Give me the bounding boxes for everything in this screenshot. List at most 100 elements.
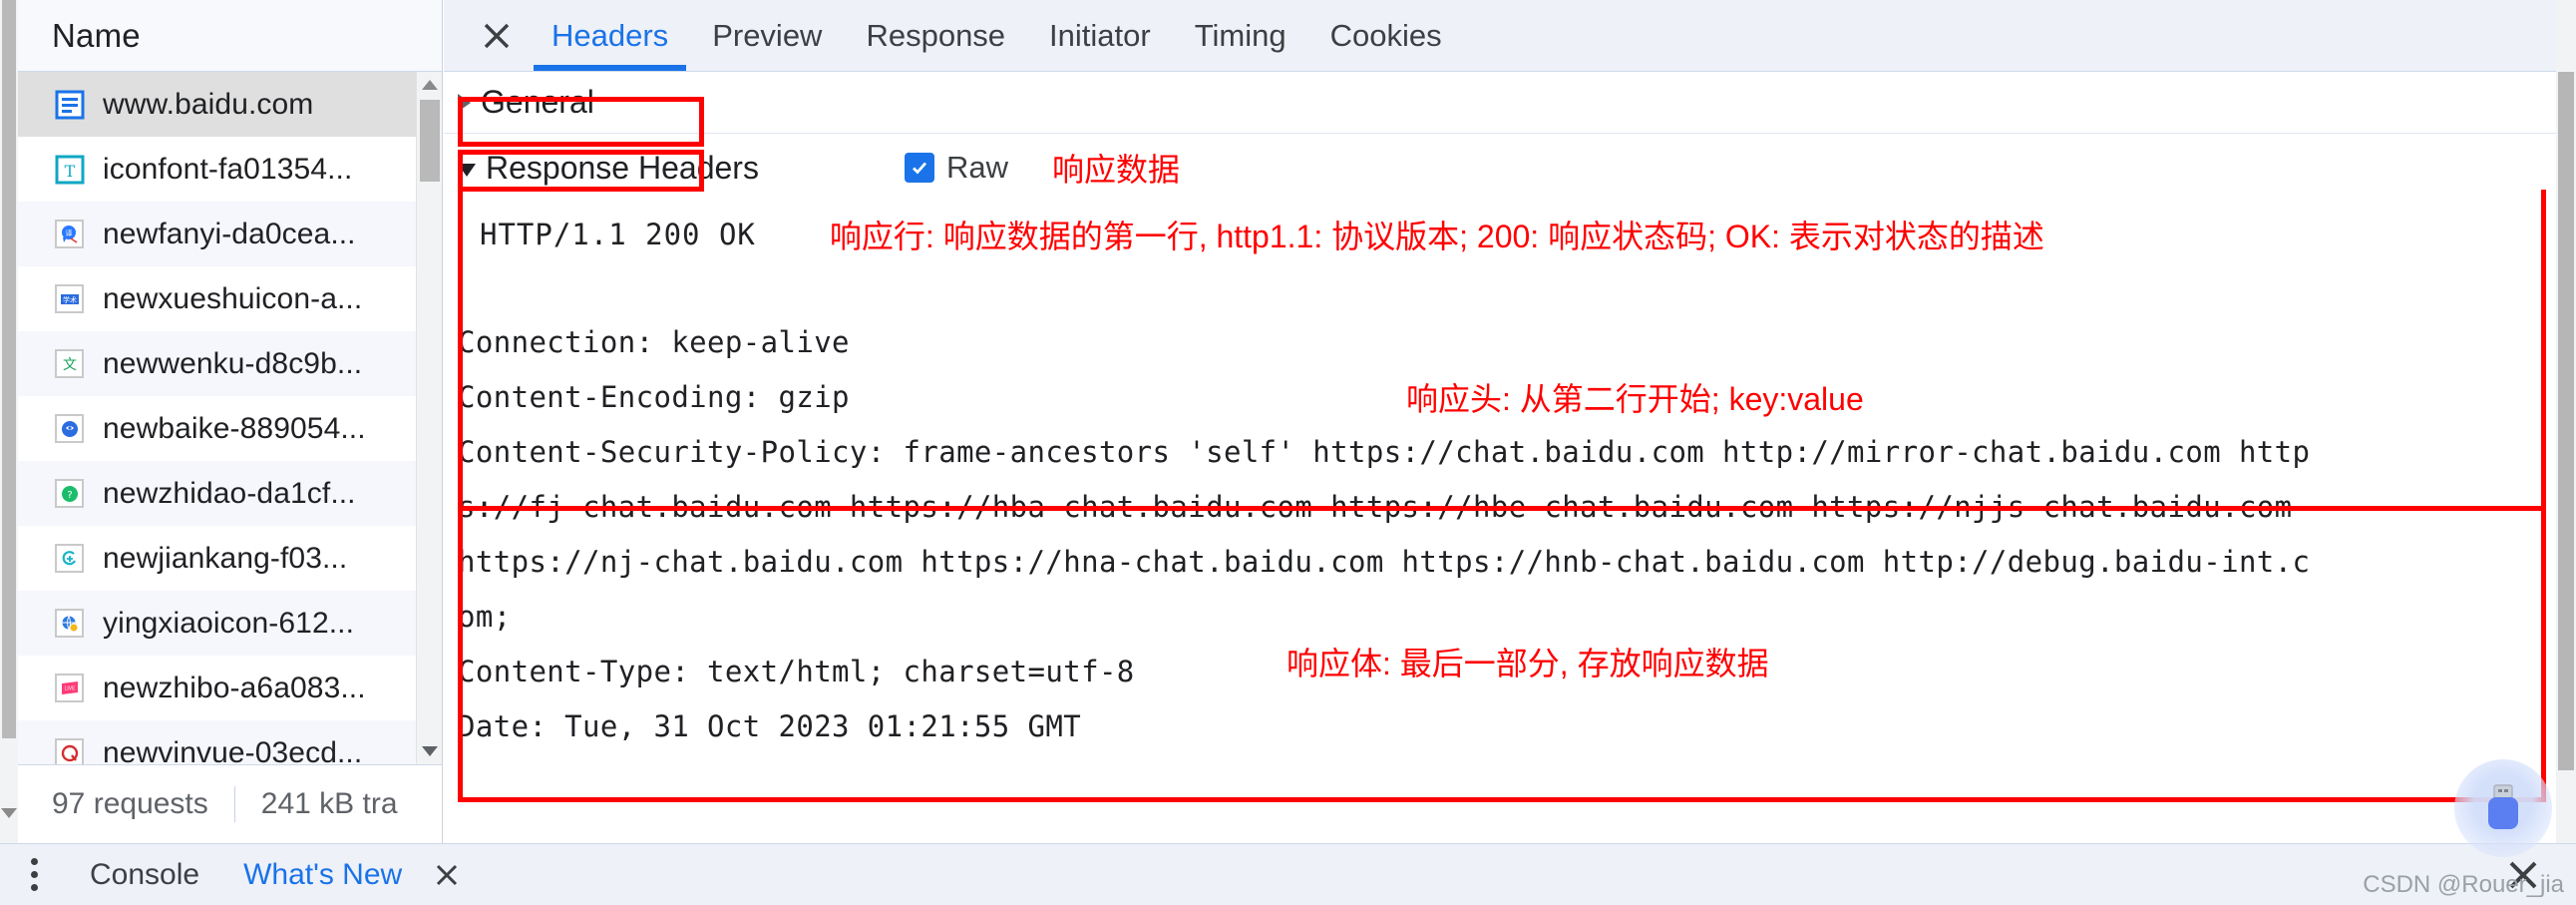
devtools-network-panel: Name www.baidu.com T iconfont-fa01354...… bbox=[0, 0, 2576, 905]
vinvue-favicon bbox=[54, 737, 85, 764]
request-list-scrollbar[interactable] bbox=[416, 72, 442, 764]
drawer-tab-label: Console bbox=[90, 857, 200, 891]
raw-checkbox[interactable] bbox=[904, 153, 934, 183]
svg-text:T: T bbox=[64, 162, 75, 181]
svg-text:学术: 学术 bbox=[63, 295, 77, 304]
list-item[interactable]: newbaike-889054... bbox=[18, 396, 442, 461]
outer-scrollbar-thumb[interactable] bbox=[2, 0, 16, 738]
annotation-response-data: 响应数据 bbox=[1051, 152, 1180, 188]
column-header-name[interactable]: Name bbox=[52, 17, 141, 55]
scroll-down-arrow-icon[interactable] bbox=[0, 803, 18, 823]
tab-initiator[interactable]: Initiator bbox=[1027, 0, 1173, 71]
detail-scrollbar[interactable] bbox=[2556, 0, 2576, 843]
request-count: 97 requests bbox=[52, 787, 208, 820]
list-item[interactable]: ? newzhidao-da1cf... bbox=[18, 461, 442, 526]
list-item-label: newbaike-889054... bbox=[103, 411, 366, 445]
list-item[interactable]: www.baidu.com bbox=[18, 72, 442, 137]
list-item-label: newzhidao-da1cf... bbox=[103, 476, 356, 510]
svg-text:译: 译 bbox=[65, 229, 72, 237]
list-item-label: newvinvue-03ecd... bbox=[103, 735, 363, 765]
list-item[interactable]: 文 newwenku-d8c9b... bbox=[18, 331, 442, 396]
wenku-favicon: 文 bbox=[54, 348, 85, 379]
tab-label: Timing bbox=[1194, 17, 1287, 53]
transferred-size: 241 kB tra bbox=[260, 787, 398, 820]
outer-scrollbar[interactable] bbox=[0, 0, 18, 843]
tab-label: Initiator bbox=[1049, 17, 1151, 53]
section-response-headers-label: Response Headers bbox=[486, 149, 759, 186]
tab-label: Headers bbox=[552, 17, 669, 53]
tab-label: Response bbox=[866, 17, 1006, 53]
close-drawer-tab-icon[interactable] bbox=[424, 862, 470, 888]
raw-label: Raw bbox=[945, 150, 1008, 185]
list-item[interactable]: T iconfont-fa01354... bbox=[18, 137, 442, 202]
tab-preview[interactable]: Preview bbox=[690, 0, 844, 71]
fanyi-favicon: 译 bbox=[54, 219, 85, 249]
tab-response[interactable]: Response bbox=[844, 0, 1027, 71]
request-list-panel: Name www.baidu.com T iconfont-fa01354...… bbox=[18, 0, 443, 843]
list-item[interactable]: newjiankang-f03... bbox=[18, 526, 442, 591]
drawer-tab-label: What's New bbox=[243, 857, 403, 891]
usb-drive-icon bbox=[2454, 759, 2552, 857]
chevron-right-icon[interactable] bbox=[458, 93, 471, 112]
list-item[interactable]: 学术 newxueshuicon-a... bbox=[18, 266, 442, 331]
section-general-label: General bbox=[481, 84, 594, 120]
kebab-menu-icon[interactable] bbox=[0, 855, 68, 894]
list-item[interactable]: 译 newfanyi-da0cea... bbox=[18, 202, 442, 266]
tab-timing[interactable]: Timing bbox=[1173, 0, 1308, 71]
header-line: Isprivate: 1 bbox=[458, 754, 2552, 762]
header-line: https://nj-chat.baidu.com https://hna-ch… bbox=[458, 545, 2311, 579]
header-line: om; bbox=[458, 600, 512, 634]
list-item[interactable]: LIVE newzhibo-a6a083... bbox=[18, 656, 442, 720]
header-line: Connection: keep-alive bbox=[458, 325, 850, 359]
section-general[interactable]: General bbox=[444, 72, 2576, 134]
detail-scrollbar-thumb[interactable] bbox=[2558, 72, 2574, 770]
tab-label: Cookies bbox=[1329, 17, 1442, 53]
svg-text:文: 文 bbox=[63, 356, 77, 372]
list-item[interactable]: yingxiaoicon-612... bbox=[18, 591, 442, 656]
detail-tabbar: Headers Preview Response Initiator Timin… bbox=[444, 0, 2576, 72]
tab-cookies[interactable]: Cookies bbox=[1308, 0, 1464, 71]
zhibo-favicon: LIVE bbox=[54, 673, 85, 703]
drawer-tabbar: Console What's New bbox=[0, 843, 2576, 905]
drawer-tab-whats-new[interactable]: What's New bbox=[221, 858, 424, 892]
list-item-label: iconfont-fa01354... bbox=[103, 152, 353, 186]
request-list-scrollbar-thumb[interactable] bbox=[420, 100, 440, 182]
section-response-headers[interactable]: Response Headers Raw 响应数据 bbox=[444, 134, 2576, 202]
request-list-header: Name bbox=[18, 0, 442, 72]
annotation-response-body: 响应体: 最后一部分, 存放响应数据 bbox=[1287, 646, 1769, 681]
close-detail-icon[interactable] bbox=[464, 0, 530, 71]
jiankang-favicon bbox=[54, 543, 85, 574]
request-list[interactable]: www.baidu.com T iconfont-fa01354... 译 ne… bbox=[18, 72, 442, 765]
tab-headers[interactable]: Headers bbox=[530, 0, 690, 71]
drawer-tab-console[interactable]: Console bbox=[68, 858, 221, 892]
list-item-label: newwenku-d8c9b... bbox=[103, 346, 363, 380]
list-item-label: newzhibo-a6a083... bbox=[103, 671, 366, 704]
zhidao-favicon: ? bbox=[54, 478, 85, 509]
raw-toggle[interactable]: Raw bbox=[904, 150, 1008, 186]
xueshu-favicon: 学术 bbox=[54, 283, 85, 314]
request-detail-panel: Headers Preview Response Initiator Timin… bbox=[444, 0, 2576, 843]
scroll-down-arrow-icon[interactable] bbox=[417, 738, 442, 764]
http-status-line: HTTP/1.1 200 OK bbox=[480, 218, 756, 251]
header-line: s://fj-chat.baidu.com https://hba-chat.b… bbox=[458, 490, 2293, 524]
annotation-status-line: 响应行: 响应数据的第一行, http1.1: 协议版本; 200: 响应状态码… bbox=[829, 219, 2044, 254]
list-item-label: www.baidu.com bbox=[103, 87, 314, 121]
status-line-row: HTTP/1.1 200 OK 响应行: 响应数据的第一行, http1.1: … bbox=[444, 202, 2576, 267]
list-item-label: newfanyi-da0cea... bbox=[103, 217, 356, 250]
font-file-icon: T bbox=[54, 154, 85, 185]
summary-divider bbox=[233, 786, 235, 822]
document-icon bbox=[54, 89, 85, 120]
list-item[interactable]: newvinvue-03ecd... bbox=[18, 720, 442, 765]
tab-label: Preview bbox=[712, 17, 823, 53]
yingxiao-favicon bbox=[54, 608, 85, 639]
svg-text:?: ? bbox=[67, 490, 72, 501]
svg-text:LIVE: LIVE bbox=[64, 685, 76, 691]
chevron-down-icon[interactable] bbox=[458, 163, 476, 177]
list-item-label: newjiankang-f03... bbox=[103, 541, 348, 575]
list-item-label: yingxiaoicon-612... bbox=[103, 606, 355, 640]
annotation-response-head: 响应头: 从第二行开始; key:value bbox=[1406, 381, 1864, 417]
watermark-text: CSDN @Rouer_jia bbox=[2363, 871, 2564, 898]
list-item-label: newxueshuicon-a... bbox=[103, 281, 363, 315]
scroll-up-arrow-icon[interactable] bbox=[417, 72, 442, 98]
header-line: Content-Security-Policy: frame-ancestors… bbox=[458, 435, 2311, 469]
